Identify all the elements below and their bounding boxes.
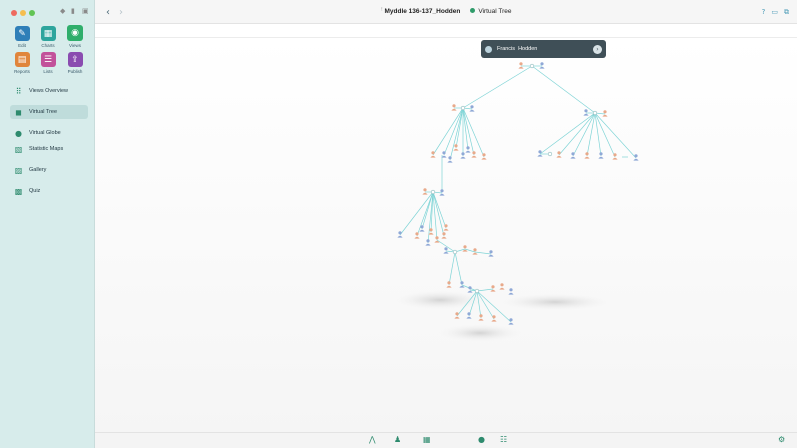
- person-name: Francis Hodden: [497, 46, 538, 52]
- union-node[interactable]: [474, 288, 480, 294]
- tree-link: [531, 65, 596, 114]
- male-person-node[interactable]: [508, 318, 514, 325]
- male-person-node[interactable]: [539, 62, 545, 69]
- male-person-node[interactable]: [633, 154, 639, 161]
- tree-link: [448, 251, 456, 286]
- app-window: ◆ ▮ ▣ ✎ Edit ▦ Charts ◉ Views ▤ Reports …: [0, 0, 797, 448]
- male-person-node[interactable]: [447, 156, 453, 163]
- male-person-node[interactable]: [598, 152, 604, 159]
- union-node[interactable]: [547, 151, 553, 157]
- male-person-node[interactable]: [469, 105, 475, 112]
- bottom-toolbar: [95, 432, 797, 448]
- female-person-node[interactable]: [471, 151, 477, 158]
- family-tree-graphic[interactable]: [0, 0, 797, 448]
- male-person-node[interactable]: [508, 288, 514, 295]
- female-person-node[interactable]: [434, 236, 440, 243]
- male-person-node[interactable]: [419, 225, 425, 232]
- union-node[interactable]: [460, 105, 466, 111]
- female-person-node[interactable]: [612, 153, 618, 160]
- female-person-node[interactable]: [602, 110, 608, 117]
- person-popup[interactable]: Francis Hodden ›: [481, 40, 606, 58]
- tree-link: [432, 107, 464, 156]
- tree-link: [539, 112, 596, 155]
- male-person-node[interactable]: [583, 109, 589, 116]
- floor-shadow: [497, 293, 613, 311]
- settings-icon[interactable]: ⚙: [778, 435, 785, 444]
- tree-link: [432, 191, 447, 229]
- ancestors-icon[interactable]: ♟: [394, 435, 401, 444]
- male-person-node[interactable]: [425, 239, 431, 246]
- tree-link: [474, 251, 492, 255]
- person-icon[interactable]: ●: [478, 435, 485, 444]
- list-layout-icon[interactable]: ☷: [500, 435, 507, 444]
- tree-link: [462, 65, 533, 109]
- female-person-node[interactable]: [443, 224, 449, 231]
- male-person-node[interactable]: [460, 152, 466, 159]
- female-person-node[interactable]: [518, 62, 524, 69]
- person-avatar-icon: [485, 45, 492, 53]
- male-person-node[interactable]: [439, 189, 445, 196]
- female-person-node[interactable]: [481, 153, 487, 160]
- female-person-node[interactable]: [462, 245, 468, 252]
- female-person-node[interactable]: [451, 104, 457, 111]
- floor-shadow: [392, 290, 488, 310]
- tree-link: [594, 112, 637, 159]
- floor-shadow: [438, 324, 522, 342]
- union-node[interactable]: [452, 249, 458, 255]
- tree-nodes: [397, 62, 639, 325]
- female-person-node[interactable]: [499, 283, 505, 290]
- union-node[interactable]: [529, 63, 535, 69]
- male-person-node[interactable]: [441, 151, 447, 158]
- female-person-node[interactable]: [556, 151, 562, 158]
- tree-link: [476, 288, 494, 292]
- female-person-node[interactable]: [414, 232, 420, 239]
- tree-link: [586, 112, 596, 157]
- female-person-node[interactable]: [453, 144, 459, 151]
- male-person-node[interactable]: [443, 247, 449, 254]
- tree-link: [449, 107, 464, 161]
- male-person-node[interactable]: [488, 250, 494, 257]
- tree-layout-icon[interactable]: ⋀: [369, 435, 376, 444]
- chevron-right-icon[interactable]: ›: [593, 44, 602, 54]
- female-person-node[interactable]: [454, 312, 460, 319]
- male-person-node[interactable]: [537, 150, 543, 157]
- female-person-node[interactable]: [490, 285, 496, 292]
- female-person-node[interactable]: [422, 188, 428, 195]
- tree-link: [443, 107, 464, 156]
- tree-link: [454, 251, 463, 286]
- female-person-node[interactable]: [441, 232, 447, 239]
- male-person-node[interactable]: [465, 146, 471, 153]
- tree-link: [399, 191, 434, 236]
- union-node[interactable]: [592, 110, 598, 116]
- female-person-node[interactable]: [584, 152, 590, 159]
- grid-layout-icon[interactable]: ▦: [423, 435, 431, 444]
- tree-links: [399, 65, 637, 323]
- union-node[interactable]: [430, 189, 436, 195]
